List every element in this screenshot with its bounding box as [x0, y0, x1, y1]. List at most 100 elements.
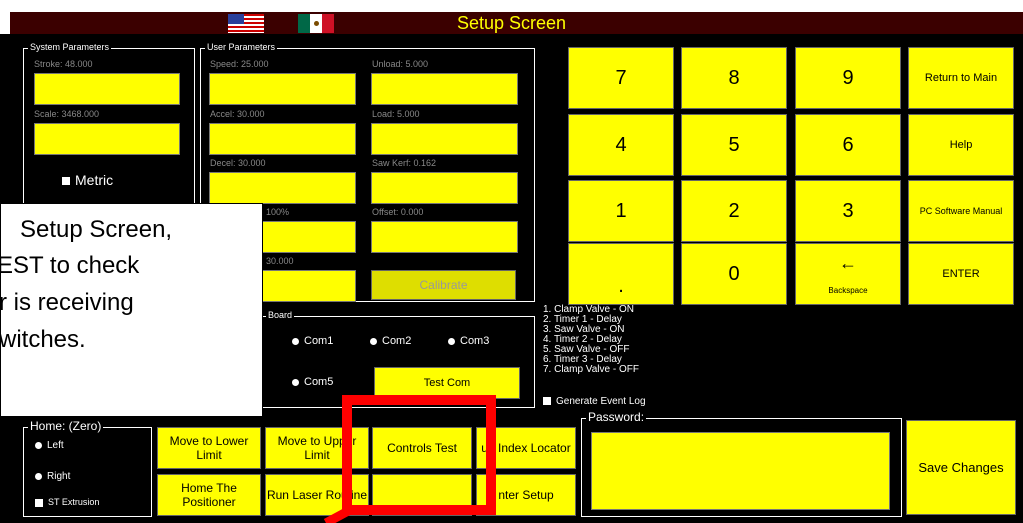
home-right-radio[interactable]: Right — [35, 471, 70, 482]
accel-label: Accel: 30.000 — [210, 109, 265, 119]
percent-label: 100% — [266, 207, 290, 217]
us-flag-icon[interactable] — [228, 14, 264, 33]
generate-event-log-checkbox[interactable]: Generate Event Log — [543, 396, 646, 407]
key-1-label: 1 — [615, 199, 627, 222]
password-label: Password: — [586, 410, 647, 424]
partial-value-label: 30.000 — [266, 256, 294, 266]
key-7[interactable]: 7 — [568, 47, 674, 109]
offset-field[interactable] — [371, 221, 518, 253]
key-5[interactable]: 5 — [681, 114, 787, 176]
test-com-label: Test Com — [423, 377, 471, 389]
accel-field[interactable] — [209, 123, 356, 155]
unload-label: Unload: 5.000 — [372, 59, 429, 69]
stroke-field[interactable] — [34, 73, 180, 105]
pc-software-manual-label: PC Software Manual — [919, 206, 1003, 216]
saw-kerf-field[interactable] — [371, 172, 518, 204]
key-9[interactable]: 9 — [795, 47, 901, 109]
center-setup-label: nter Setup — [498, 488, 554, 502]
com2-radio[interactable]: Com2 — [370, 335, 411, 347]
key-6[interactable]: 6 — [795, 114, 901, 176]
user-parameters-label: User Parameters — [205, 42, 278, 52]
metric-check-icon — [62, 177, 70, 186]
metric-label: Metric — [75, 172, 114, 188]
return-to-main-button[interactable]: Return to Main — [908, 47, 1014, 109]
callout-line-1: Setup Screen, — [20, 216, 173, 243]
help-label: Help — [949, 139, 973, 151]
highlight-pointer-arrow-icon — [323, 506, 353, 523]
key-8-label: 8 — [728, 66, 740, 89]
tutorial-callout: Setup Screen, EST to check r is receivin… — [0, 203, 263, 417]
backspace-button[interactable]: ← Backspace — [795, 243, 901, 305]
home-zero-label: Home: (Zero) — [28, 419, 104, 433]
decel-label: Decel: 30.000 — [210, 158, 266, 168]
saw-kerf-label: Saw Kerf: 0.162 — [372, 158, 437, 168]
key-9-label: 9 — [842, 66, 854, 89]
st-extrusion-check-icon — [35, 498, 43, 507]
move-to-lower-limit-button[interactable]: Move to Lower Limit — [157, 427, 261, 469]
key-4[interactable]: 4 — [568, 114, 674, 176]
calibrate-button[interactable]: Calibrate — [371, 270, 516, 300]
callout-line-4: witches. — [0, 326, 86, 353]
key-dot[interactable]: . — [568, 243, 674, 305]
callout-line-3: r is receiving — [0, 289, 134, 316]
com1-label: Com1 — [304, 335, 334, 347]
home-right-label: Right — [47, 471, 71, 482]
generate-event-log-label: Generate Event Log — [556, 396, 646, 407]
st-extrusion-label: ST Extrusion — [48, 497, 100, 507]
key-0[interactable]: 0 — [681, 243, 787, 305]
key-7-label: 7 — [615, 66, 627, 89]
sequence-item: 7. Clamp Valve - OFF — [543, 364, 639, 375]
home-left-radio[interactable]: Left — [35, 440, 64, 451]
key-8[interactable]: 8 — [681, 47, 787, 109]
home-left-radio-icon — [35, 441, 42, 449]
decel-field[interactable] — [209, 172, 356, 204]
backspace-label: Backspace — [828, 285, 868, 295]
board-label: Board — [266, 310, 295, 320]
key-dot-label: . — [618, 275, 624, 297]
com3-radio[interactable]: Com3 — [448, 335, 489, 347]
key-3[interactable]: 3 — [795, 180, 901, 242]
return-to-main-label: Return to Main — [924, 72, 998, 84]
load-field[interactable] — [371, 123, 518, 155]
key-2-label: 2 — [728, 199, 740, 222]
home-the-positioner-button[interactable]: Home The Positioner — [157, 474, 261, 516]
key-6-label: 6 — [842, 133, 854, 156]
com3-label: Com3 — [460, 335, 490, 347]
page-title: Setup Screen — [456, 13, 567, 33]
help-button[interactable]: Help — [908, 114, 1014, 176]
stroke-label: Stroke: 48.000 — [34, 59, 93, 69]
save-changes-button[interactable]: Save Changes — [906, 420, 1016, 515]
offset-label: Offset: 0.000 — [372, 207, 424, 217]
key-3-label: 3 — [842, 199, 854, 222]
com5-radio[interactable]: Com5 — [292, 376, 333, 388]
com3-radio-icon — [448, 337, 455, 345]
com1-radio-icon — [292, 337, 299, 345]
speed-field[interactable] — [209, 73, 356, 105]
home-right-radio-icon — [35, 472, 42, 480]
com1-radio[interactable]: Com1 — [292, 335, 333, 347]
backspace-arrow-icon: ← — [839, 252, 857, 273]
speed-label: Speed: 25.000 — [210, 59, 269, 69]
pc-software-manual-button[interactable]: PC Software Manual — [908, 180, 1014, 242]
mexico-flag-icon[interactable] — [298, 14, 334, 33]
st-extrusion-checkbox[interactable]: ST Extrusion — [35, 497, 99, 507]
sequence-list: 1. Clamp Valve - ON 2. Timer 1 - Delay 3… — [543, 305, 639, 375]
com5-radio-icon — [292, 378, 299, 386]
enter-label: ENTER — [942, 268, 980, 280]
event-log-check-icon — [543, 397, 551, 406]
scale-label: Scale: 3468.000 — [34, 109, 100, 119]
system-parameters-label: System Parameters — [28, 42, 112, 52]
key-5-label: 5 — [728, 133, 740, 156]
key-2[interactable]: 2 — [681, 180, 787, 242]
key-1[interactable]: 1 — [568, 180, 674, 242]
move-to-lower-limit-label: Move to Lower Limit — [169, 434, 249, 462]
save-changes-label: Save Changes — [918, 460, 1004, 475]
enter-button[interactable]: ENTER — [908, 243, 1014, 305]
scale-field[interactable] — [34, 123, 180, 155]
calibrate-label: Calibrate — [419, 278, 468, 292]
unload-field[interactable] — [371, 73, 518, 105]
password-field[interactable] — [591, 432, 890, 510]
com2-radio-icon — [370, 337, 377, 345]
metric-checkbox[interactable]: Metric — [62, 172, 113, 188]
home-the-positioner-label: Home The Positioner — [181, 481, 237, 509]
